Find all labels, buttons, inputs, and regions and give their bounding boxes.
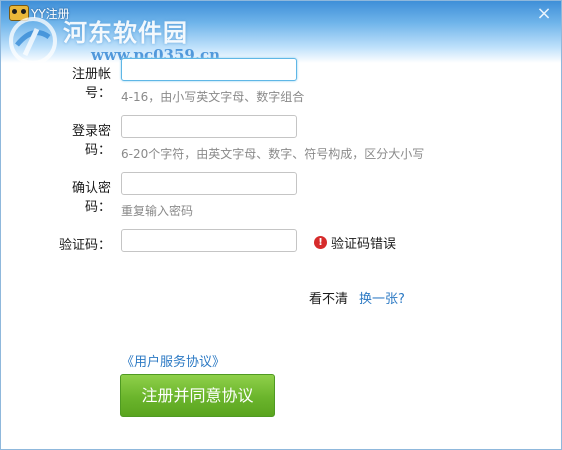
- password-hint: 6-20个字符，由英文字母、数字、符号构成，区分大小写: [121, 147, 425, 161]
- register-submit-button[interactable]: 注册并同意协议: [120, 374, 275, 417]
- cant-see-text: 看不清: [309, 292, 349, 307]
- captcha-input[interactable]: [121, 229, 297, 252]
- user-agreement-link[interactable]: 《用户服务协议》: [121, 351, 225, 370]
- account-label: 注册帐号：: [71, 67, 111, 101]
- registration-window: YY注册 × 河东软件园 www.pc0359.cn 注册帐号： 4-16，由小…: [0, 0, 562, 450]
- confirm-password-label: 确认密码：: [71, 181, 111, 215]
- close-button[interactable]: ×: [535, 5, 553, 23]
- captcha-error-text: 验证码错误: [331, 237, 397, 252]
- captcha-label: 验证码：: [58, 238, 111, 253]
- password-input[interactable]: [121, 115, 297, 138]
- captcha-error: ! 验证码错误: [314, 233, 396, 252]
- account-hint: 4-16，由小写英文字母、数字组合: [121, 90, 305, 104]
- confirm-password-input[interactable]: [121, 172, 297, 195]
- error-icon: !: [314, 236, 327, 249]
- confirm-password-hint: 重复输入密码: [121, 204, 194, 218]
- account-input[interactable]: [121, 58, 297, 81]
- refresh-captcha-link[interactable]: 换一张?: [359, 288, 405, 307]
- password-label: 登录密码：: [71, 124, 111, 158]
- watermark-logo-icon: [9, 17, 57, 65]
- watermark-site-name: 河东软件园: [63, 18, 188, 47]
